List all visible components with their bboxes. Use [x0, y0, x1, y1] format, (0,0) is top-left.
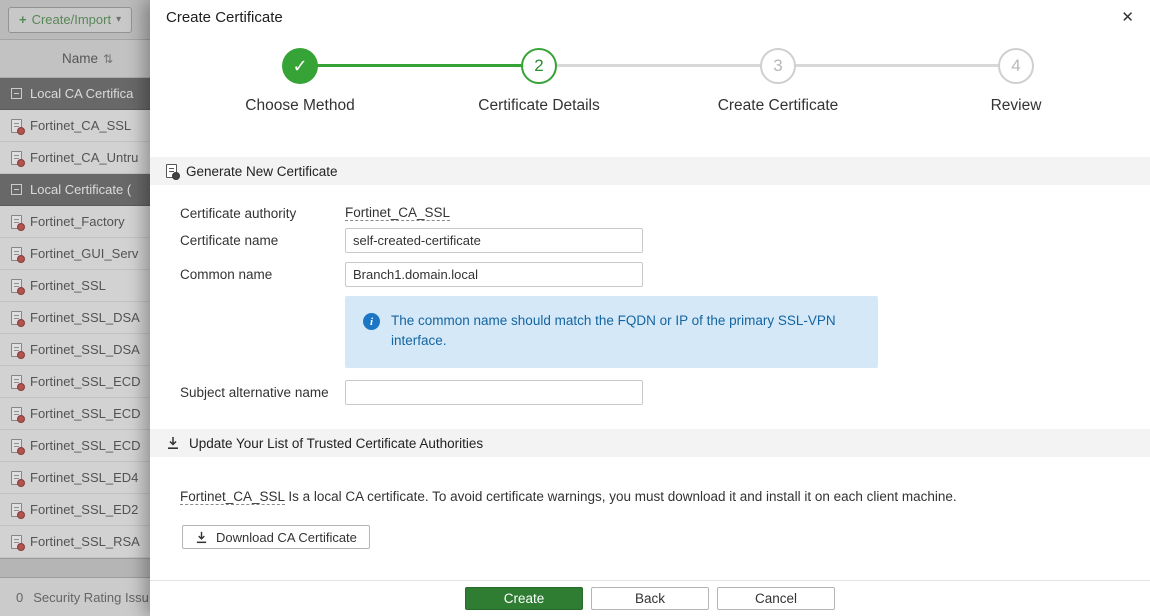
step-certificate-details: 2 Certificate Details	[419, 48, 659, 115]
subject-alternative-name-row: Subject alternative name	[180, 380, 643, 405]
step-number: 3	[773, 56, 782, 76]
certificate-authority-row: Certificate authority Fortinet_CA_SSL	[180, 200, 450, 226]
download-ca-certificate-button[interactable]: Download CA Certificate	[182, 525, 370, 549]
certificate-icon	[166, 164, 177, 178]
screen: + Create/Import ▾ Name ⇅ Local CA Certif…	[0, 0, 1150, 616]
certificate-name-label: Certificate name	[180, 233, 345, 248]
step-label: Create Certificate	[658, 97, 898, 115]
step-choose-method: ✓ Choose Method	[180, 48, 420, 115]
info-icon: i	[363, 313, 380, 330]
common-name-info-box: i The common name should match the FQDN …	[345, 296, 878, 368]
check-icon: ✓	[292, 56, 307, 77]
step-circle: 3	[760, 48, 796, 84]
download-icon	[166, 436, 180, 450]
create-button[interactable]: Create	[465, 587, 583, 610]
create-certificate-modal: Create Certificate ✕ ✓ Choose Method 2 C…	[150, 0, 1150, 616]
step-circle: 2	[521, 48, 557, 84]
step-circle: 4	[998, 48, 1034, 84]
subject-alternative-name-input[interactable]	[345, 380, 643, 405]
subject-alternative-name-label: Subject alternative name	[180, 385, 345, 400]
info-text: The common name should match the FQDN or…	[391, 311, 860, 353]
step-create-certificate: 3 Create Certificate	[658, 48, 898, 115]
section-title: Generate New Certificate	[186, 164, 338, 179]
modal-backdrop	[0, 0, 150, 616]
ca-note-text: Is a local CA certificate. To avoid cert…	[285, 489, 957, 504]
step-label: Certificate Details	[419, 97, 659, 115]
common-name-row: Common name	[180, 262, 643, 287]
step-circle: ✓	[282, 48, 318, 84]
close-icon[interactable]: ✕	[1121, 8, 1134, 26]
cancel-button[interactable]: Cancel	[717, 587, 835, 610]
step-review: 4 Review	[896, 48, 1136, 115]
certificate-authority-value[interactable]: Fortinet_CA_SSL	[345, 205, 450, 221]
common-name-input[interactable]	[345, 262, 643, 287]
download-button-label: Download CA Certificate	[216, 530, 357, 545]
section-update-trusted-ca: Update Your List of Trusted Certificate …	[150, 429, 1150, 457]
ca-note-link[interactable]: Fortinet_CA_SSL	[180, 489, 285, 505]
step-number: 4	[1011, 56, 1020, 76]
common-name-label: Common name	[180, 267, 345, 282]
download-icon	[195, 531, 208, 544]
modal-footer: Create Back Cancel	[150, 580, 1150, 616]
modal-title: Create Certificate	[166, 9, 283, 26]
back-button[interactable]: Back	[591, 587, 709, 610]
step-label: Review	[896, 97, 1136, 115]
certificate-authority-label: Certificate authority	[180, 206, 345, 221]
section-generate-new-certificate: Generate New Certificate	[150, 157, 1150, 185]
step-number: 2	[534, 56, 543, 76]
step-label: Choose Method	[180, 97, 420, 115]
wizard-stepper: ✓ Choose Method 2 Certificate Details 3 …	[150, 34, 1150, 144]
section-title: Update Your List of Trusted Certificate …	[189, 436, 483, 451]
modal-header: Create Certificate ✕	[150, 0, 1150, 34]
certificate-name-input[interactable]	[345, 228, 643, 253]
certificate-name-row: Certificate name	[180, 228, 643, 253]
ca-download-note: Fortinet_CA_SSL Is a local CA certificat…	[180, 488, 1120, 507]
